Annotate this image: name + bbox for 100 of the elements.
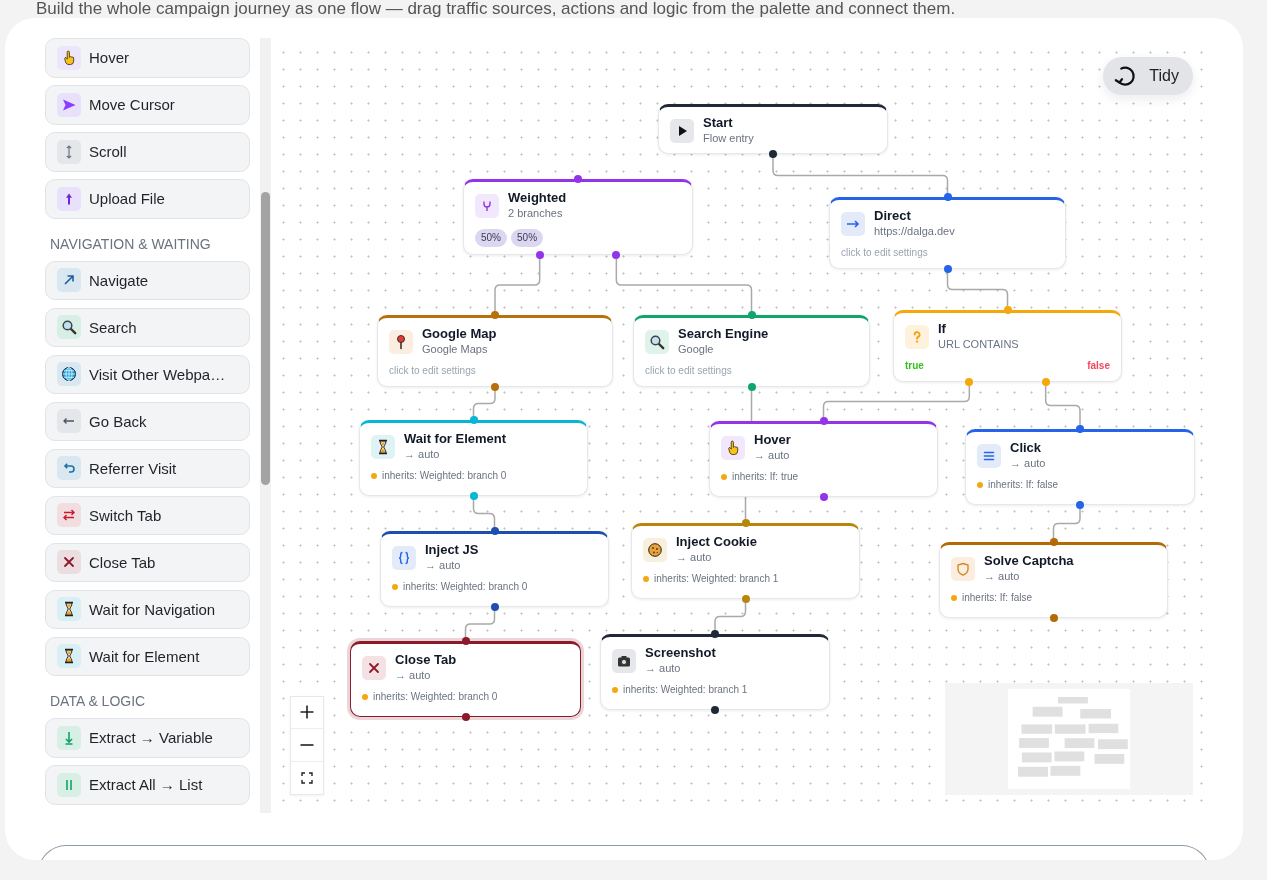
palette-item[interactable]: Switch Tab: [45, 495, 250, 535]
palette-item[interactable]: Search: [45, 307, 250, 347]
flow-node[interactable]: Screenshot → auto inherits: Weighted: branch 1: [600, 634, 830, 710]
handle-dot-icon[interactable]: [711, 706, 719, 714]
handle-dot-icon[interactable]: [711, 630, 719, 638]
fit-view-icon: [301, 771, 313, 784]
edit-hint: click to edit settings: [645, 364, 732, 378]
palette-item[interactable]: Close Tab: [45, 542, 250, 582]
handle-dot-icon[interactable]: [461, 637, 470, 645]
intro-text: Build the whole campaign journey as one flow — drag traffic sources, actions and logic from the palette and connect them.: [36, 0, 956, 18]
flow-node[interactable]: Solve Captcha → auto inherits: If: false: [939, 542, 1168, 618]
node-subtitle: → auto: [1010, 456, 1046, 471]
node-subtitle: Google Maps: [422, 342, 488, 357]
palette-item[interactable]: Extract → Variable: [45, 718, 250, 758]
flow-node[interactable]: Search Engine Google click to edit settings: [633, 315, 870, 387]
zoom-in-button[interactable]: [291, 696, 323, 729]
handle-dot-icon[interactable]: [741, 519, 750, 527]
palette-item[interactable]: Scroll: [45, 132, 250, 172]
node-title: Weighted: [508, 190, 567, 206]
handle-dot-icon[interactable]: [1049, 614, 1058, 622]
close-icon: [362, 655, 386, 680]
handle-dot-icon[interactable]: [490, 527, 499, 535]
handle-dot-icon[interactable]: [747, 383, 756, 391]
handle-dot-icon[interactable]: [819, 417, 828, 425]
node-subtitle: → auto: [404, 447, 440, 462]
handle-dot-icon[interactable]: [461, 713, 470, 721]
handle-dot-icon[interactable]: [490, 603, 499, 611]
minus-icon: [299, 743, 315, 746]
palette-item[interactable]: Wait for Navigation: [45, 589, 250, 629]
node-title: Solve Captcha: [984, 553, 1074, 569]
handle-dot-icon[interactable]: [819, 493, 828, 501]
flow-node[interactable]: Google Map Google Maps click to edit settings: [377, 315, 613, 387]
handle-dot-icon[interactable]: [1041, 378, 1050, 386]
question-icon: [905, 324, 929, 349]
handle-dot-icon[interactable]: [574, 175, 582, 183]
flow-node[interactable]: Start Flow entry: [658, 104, 888, 154]
handle-dot-icon[interactable]: [943, 193, 952, 201]
hourglass-icon: [57, 597, 81, 622]
handle-dot-icon[interactable]: [469, 416, 478, 424]
handle-dot-icon[interactable]: [741, 595, 750, 603]
play-icon: [670, 118, 694, 143]
handle-dot-icon[interactable]: [1003, 306, 1012, 314]
palette-item[interactable]: Extract All → List: [45, 765, 250, 805]
pushpin-icon: [389, 329, 413, 354]
branch-label: true: [905, 359, 924, 373]
flow-node[interactable]: Wait for Element → auto inherits: Weighted: branch 0: [359, 420, 588, 496]
inherits-text: inherits: Weighted: branch 0: [403, 580, 528, 594]
flow-node[interactable]: If URL CONTAINS true false: [893, 310, 1122, 382]
flow-node[interactable]: Inject Cookie → auto inherits: Weighted: branch 1: [631, 523, 860, 599]
handle-dot-icon[interactable]: [769, 150, 777, 158]
handle-dot-icon[interactable]: [491, 383, 499, 391]
minimap-node: [1050, 765, 1081, 776]
node-subtitle: → auto: [676, 550, 712, 565]
flow-node[interactable]: Inject JS → auto inherits: Weighted: branch 0: [380, 531, 609, 607]
minimap-node: [1088, 723, 1119, 734]
handle-dot-icon[interactable]: [965, 378, 974, 386]
minimap-node: [1054, 724, 1086, 734]
handle-dot-icon[interactable]: [491, 311, 499, 319]
tidy-button[interactable]: Tidy: [1103, 57, 1193, 95]
palette-item[interactable]: Go Back: [45, 401, 250, 441]
handle-dot-icon[interactable]: [747, 311, 756, 319]
scrollbar-thumb[interactable]: [261, 192, 270, 485]
handle-dot-icon[interactable]: [943, 265, 952, 273]
handle-dot-icon[interactable]: [469, 492, 478, 500]
node-title: Inject Cookie: [676, 534, 757, 550]
flow-node[interactable]: Direct https://dalga.dev click to edit settings: [829, 197, 1066, 269]
flow-node[interactable]: Close Tab → auto inherits: Weighted: branch 0: [350, 641, 581, 717]
fork-icon: [475, 193, 499, 218]
inherits-text: inherits: Weighted: branch 1: [654, 572, 779, 586]
flow-node[interactable]: Weighted 2 branches 50% 50%: [463, 179, 693, 255]
camera-icon: [612, 648, 636, 673]
minimap-node: [1094, 753, 1125, 764]
handle-dot-icon[interactable]: [1076, 501, 1084, 509]
handle-dot-icon[interactable]: [535, 251, 544, 259]
palette-item[interactable]: Move Cursor: [45, 85, 250, 125]
edit-hint: click to edit settings: [841, 246, 928, 260]
branch-label: false: [1087, 359, 1110, 373]
palette-item[interactable]: Referrer Visit: [45, 448, 250, 488]
palette-item[interactable]: Visit Other Webpa…: [45, 354, 250, 394]
handle-dot-icon[interactable]: [1076, 425, 1084, 433]
hourglass-icon: [371, 434, 395, 459]
handle-dot-icon[interactable]: [612, 251, 621, 259]
flow-node[interactable]: Hover → auto inherits: If: true: [709, 421, 938, 497]
hand-icon: [721, 435, 745, 460]
palette-item[interactable]: Navigate: [45, 260, 250, 300]
palette-item[interactable]: Wait for Element: [45, 636, 250, 676]
node-subtitle: → auto: [754, 448, 790, 463]
flow-node[interactable]: Click → auto inherits: If: false: [965, 429, 1195, 505]
fit-view-button[interactable]: [291, 761, 323, 794]
zoom-out-button[interactable]: [291, 729, 323, 762]
handle-dot-icon[interactable]: [1049, 538, 1058, 546]
node-title: Search Engine: [678, 326, 769, 342]
search-icon: [645, 329, 669, 354]
minimap-node: [1032, 706, 1063, 717]
node-title: Hover: [754, 432, 791, 448]
palette-item[interactable]: Upload File: [45, 179, 250, 219]
palette-item[interactable]: Hover: [45, 38, 250, 78]
inherit-dot-icon: [362, 694, 368, 700]
swap-arrows-icon: [57, 503, 81, 528]
minimap-node: [1017, 766, 1048, 777]
